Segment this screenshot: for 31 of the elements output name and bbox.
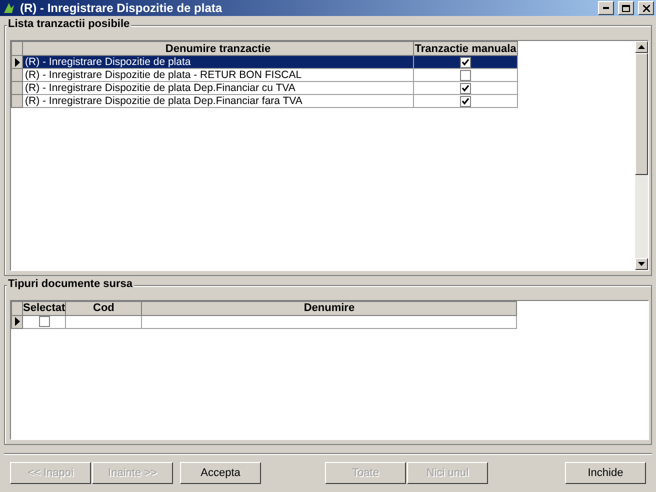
app-icon	[2, 1, 16, 16]
checkbox[interactable]	[38, 316, 50, 328]
checkbox[interactable]	[460, 70, 471, 81]
scroll-up-icon[interactable]	[638, 45, 645, 50]
row-indicator-icon	[14, 317, 20, 326]
group-title: Tipuri documente sursa	[7, 278, 134, 290]
close-button[interactable]	[638, 1, 654, 16]
row-indicator-icon	[14, 58, 20, 67]
column-header: Cod	[66, 301, 142, 316]
checkbox[interactable]	[460, 56, 471, 68]
column-header: Tranzactie manuala	[414, 42, 518, 56]
column-header: Selectat	[22, 301, 66, 316]
minimize-icon	[603, 7, 609, 10]
close-icon	[642, 4, 650, 12]
table-cell[interactable]: (R) - Inregistrare Dispozitie de plata	[22, 56, 414, 69]
checkbox[interactable]	[460, 82, 471, 94]
table-cell[interactable]: (R) - Inregistrare Dispozitie de plata - RETUR BON FISCAL	[22, 68, 414, 82]
table-cell[interactable]: (R) - Inregistrare Dispozitie de plata Dep.Financiar cu TVA	[22, 82, 414, 95]
button[interactable]: Accepta	[180, 462, 261, 484]
group-title: Lista tranzactii posibile	[7, 18, 131, 30]
column-header: Denumire tranzactie	[22, 42, 414, 56]
table-cell[interactable]: (R) - Inregistrare Dispozitie de plata Dep.Financiar fara TVA	[22, 94, 414, 108]
window-title: (R) - Inregistrare Dispozitie de plata	[20, 1, 224, 16]
minimize-button[interactable]	[598, 1, 614, 16]
maximize-icon	[622, 4, 630, 12]
column-header: Denumire	[142, 301, 517, 316]
scrollbar[interactable]	[635, 41, 648, 270]
scroll-down-icon[interactable]	[638, 262, 645, 266]
checkbox[interactable]	[460, 96, 471, 107]
maximize-button[interactable]	[618, 1, 634, 16]
button[interactable]: Inchide	[565, 462, 646, 484]
